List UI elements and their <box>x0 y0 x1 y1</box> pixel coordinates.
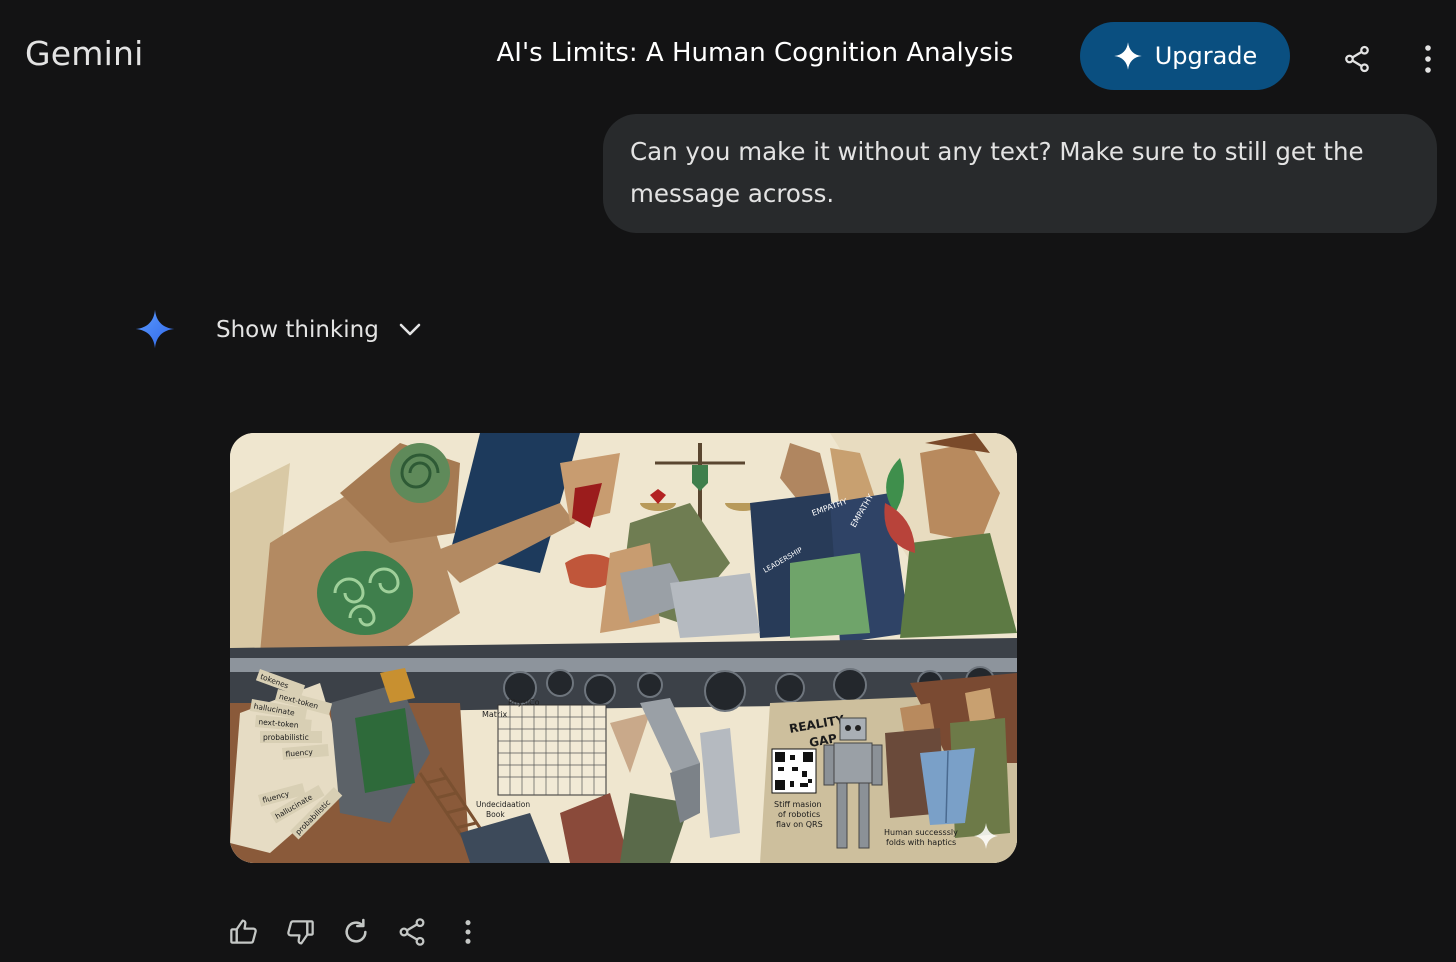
label-physico: PhysiCo <box>508 698 540 707</box>
label-book: Book <box>486 810 505 819</box>
gemini-chat-page: Gemini AI's Limits: A Human Cognition An… <box>0 0 1456 962</box>
share-response-button[interactable] <box>396 910 452 954</box>
chevron-down-icon <box>399 323 421 336</box>
label-matrix: Matrix <box>482 710 507 719</box>
thumbs-down-icon <box>287 920 314 945</box>
label-stiff-3: flav on QRS <box>776 820 823 829</box>
thumbs-up-icon <box>230 919 257 944</box>
response-actions <box>228 910 508 954</box>
feather-probabilistic: probabilistic <box>263 733 309 742</box>
show-thinking-toggle[interactable]: Show thinking <box>216 312 421 348</box>
share-icon <box>399 918 425 946</box>
more-vert-icon <box>465 920 471 944</box>
dislike-button[interactable] <box>284 910 340 954</box>
label-stiff-2: of robotics <box>778 810 820 819</box>
generated-image[interactable]: EMPATHY EMPATHY LEADERSHIP tokenes next-… <box>230 433 1017 863</box>
like-button[interactable] <box>228 910 284 954</box>
more-options-button[interactable] <box>1410 38 1446 80</box>
sparkle-icon <box>1113 42 1142 70</box>
app-brand[interactable]: Gemini <box>25 34 143 73</box>
upgrade-label: Upgrade <box>1154 42 1258 70</box>
share-icon <box>1345 45 1369 73</box>
more-vert-icon <box>1425 45 1431 73</box>
upgrade-button[interactable]: Upgrade <box>1080 22 1290 90</box>
more-response-options-button[interactable] <box>452 910 508 954</box>
regenerate-button[interactable] <box>340 910 396 954</box>
show-thinking-label: Show thinking <box>216 317 379 343</box>
label-human-1: Human successsly <box>884 828 958 837</box>
share-button[interactable] <box>1336 38 1378 80</box>
conversation-title: AI's Limits: A Human Cognition Analysis <box>496 38 1014 68</box>
label-undecidability: Undecidaation <box>476 800 530 809</box>
user-message-bubble: Can you make it without any text? Make s… <box>603 114 1437 233</box>
label-human-2: folds with haptics <box>886 838 956 847</box>
gemini-spark-icon <box>135 309 175 349</box>
label-stiff-1: Stiff masion <box>774 800 822 809</box>
refresh-icon <box>345 918 367 943</box>
user-message-text: Can you make it without any text? Make s… <box>630 137 1364 208</box>
